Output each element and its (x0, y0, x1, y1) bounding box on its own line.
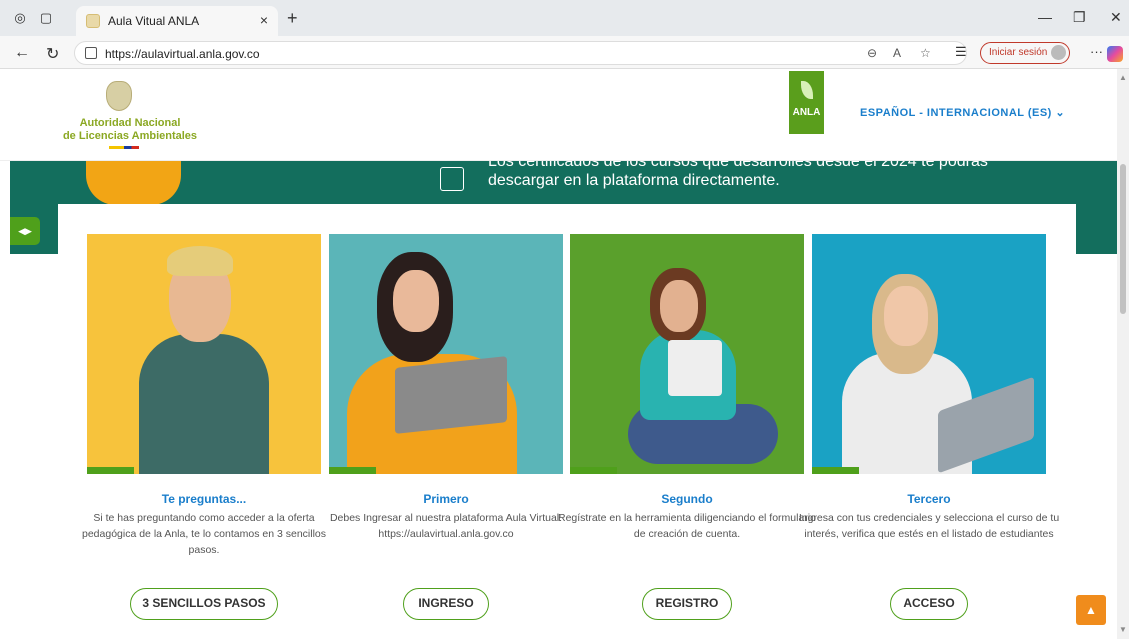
card-title: Primero (423, 492, 469, 506)
card-image-woman-laptop (329, 234, 563, 474)
address-bar: ← ↻ https://aulavirtual.anla.gov.co ⊖ A … (0, 36, 1129, 69)
favicon-icon (86, 14, 100, 28)
refresh-icon[interactable]: ↻ (46, 44, 59, 64)
favorites-icon[interactable]: ☰ (955, 44, 967, 60)
anla-badge-label: ANLA (792, 107, 821, 118)
card-description: Debes Ingresar al nuestra plataforma Aul… (329, 512, 563, 540)
scrollbar-thumb[interactable] (1120, 164, 1126, 314)
hero-text-line2: descargar en la plataforma directamente. (488, 172, 780, 189)
card-accent-stripe (329, 467, 376, 474)
card-image-woman-headphones (812, 234, 1046, 474)
close-tab-icon[interactable]: × (260, 12, 268, 28)
card-image-thinking-man (87, 234, 321, 474)
card-title: Segundo (661, 492, 713, 506)
card-description: Ingresa con tus credenciales y seleccion… (798, 512, 1060, 540)
tres-sencillos-pasos-button[interactable]: 3 SENCILLOS PASOS (130, 588, 278, 620)
restore-icon[interactable]: ❐ (1073, 9, 1086, 26)
copilot-icon[interactable] (1107, 46, 1123, 62)
workspaces-icon[interactable]: ◎ (12, 11, 28, 25)
url-field[interactable]: https://aulavirtual.anla.gov.co ⊖ A ☆ (74, 41, 967, 65)
language-selector[interactable]: ESPAÑOL - INTERNACIONAL (ES) ⌄ (860, 106, 1065, 119)
card-description: Regístrate en la herramienta diligencian… (558, 512, 816, 540)
avatar (1051, 45, 1066, 60)
signin-button[interactable]: Iniciar sesión (980, 42, 1070, 64)
more-icon[interactable]: ··· (1090, 44, 1103, 59)
site-header: Autoridad Nacional de Licencias Ambienta… (0, 69, 1117, 161)
logo-line2: de Licencias Ambientales (62, 130, 198, 142)
tab-title: Aula Vitual ANLA (108, 14, 200, 28)
close-window-icon[interactable]: ✕ (1110, 9, 1122, 26)
certificate-icon (440, 167, 464, 191)
leaf-icon (801, 81, 813, 99)
tab-actions-icon[interactable]: ▢ (38, 11, 54, 25)
anla-logo[interactable]: Autoridad Nacional de Licencias Ambienta… (60, 81, 200, 151)
scroll-up-icon[interactable]: ▲ (1119, 73, 1127, 82)
page-scrollbar[interactable]: ▲ ▼ (1117, 69, 1129, 639)
zoom-icon[interactable]: ⊖ (867, 46, 877, 60)
tab-bar: ◎ ▢ Aula Vitual ANLA × + — ❐ ✕ (0, 0, 1129, 36)
back-icon[interactable]: ← (14, 44, 30, 62)
flag-stripe (109, 146, 139, 149)
url-text: https://aulavirtual.anla.gov.co (105, 47, 260, 61)
favorite-star-icon[interactable]: ☆ (920, 46, 931, 60)
read-aloud-icon[interactable]: A (893, 46, 901, 60)
card-accent-stripe (570, 467, 617, 474)
ingreso-button[interactable]: INGRESO (403, 588, 489, 620)
registro-button[interactable]: REGISTRO (642, 588, 732, 620)
scroll-to-top-button[interactable]: ▲ (1076, 595, 1106, 625)
signin-label: Iniciar sesión (989, 47, 1048, 58)
minimize-icon[interactable]: — (1038, 9, 1052, 25)
hero-person-image (86, 161, 181, 205)
card-image-girl-tablet (570, 234, 804, 474)
anla-badge[interactable]: ANLA (789, 71, 824, 134)
web-page: Autoridad Nacional de Licencias Ambienta… (0, 69, 1117, 639)
acceso-button[interactable]: ACCESO (890, 588, 968, 620)
new-tab-icon[interactable]: + (287, 8, 298, 29)
card-title: Te preguntas... (161, 492, 247, 506)
card-title: Tercero (907, 492, 951, 506)
chevron-down-icon: ⌄ (1055, 107, 1066, 119)
card-accent-stripe (87, 467, 134, 474)
card-accent-stripe (812, 467, 859, 474)
site-info-icon[interactable] (85, 47, 97, 59)
coat-of-arms-icon (106, 81, 132, 111)
drawer-toggle-button[interactable]: ◀▶ (10, 217, 40, 245)
language-label: ESPAÑOL - INTERNACIONAL (ES) (860, 107, 1052, 119)
card-description: Si te has preguntando como acceder a la … (82, 512, 326, 556)
tab-aula-virtual[interactable]: Aula Vitual ANLA × (76, 6, 278, 36)
scroll-down-icon[interactable]: ▼ (1119, 625, 1127, 634)
logo-line1: Autoridad Nacional (79, 117, 181, 129)
browser-chrome: ◎ ▢ Aula Vitual ANLA × + — ❐ ✕ ← ↻ https… (0, 0, 1129, 69)
